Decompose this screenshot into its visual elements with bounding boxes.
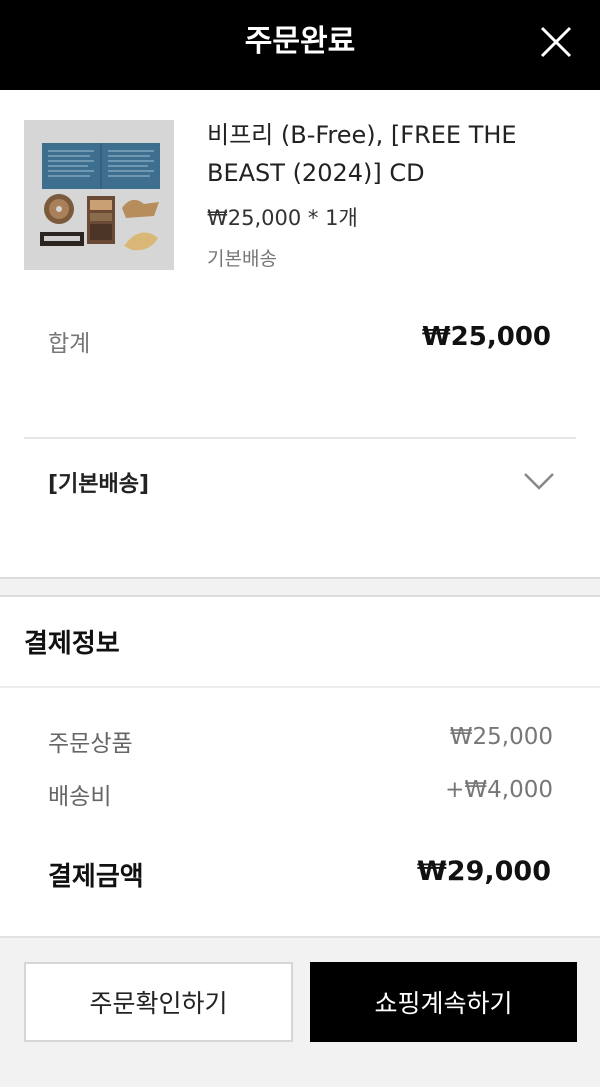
close-button[interactable]	[536, 22, 576, 62]
payment-info-title: 결제정보	[24, 629, 120, 659]
payment-info-panel: 결제정보 주문상품 ₩25,000 배송비 +₩4,000 결제금액 ₩29,0…	[0, 597, 600, 936]
divider	[0, 686, 600, 688]
confirm-order-button[interactable]: 주문확인하기	[24, 962, 293, 1042]
page-title: 주문완료	[244, 24, 356, 59]
section-separator	[0, 577, 600, 579]
order-items-label: 주문상품	[48, 731, 133, 757]
chevron-down-icon	[524, 473, 554, 490]
shipping-group-toggle[interactable]: [기본배송]	[24, 448, 576, 514]
header-bar: 주문완료	[0, 0, 600, 90]
shipping-fee-value: +₩4,000	[445, 777, 553, 803]
order-item-panel: 비프리 (B-Free), [FREE THE BEAST (2024)] CD…	[0, 90, 600, 577]
product-shipping-method: 기본배송	[207, 248, 277, 270]
payment-total-label: 결제금액	[48, 862, 144, 892]
subtotal-value: ₩25,000	[421, 322, 551, 352]
product-price-quantity: ₩25,000 * 1개	[207, 206, 358, 230]
shipping-fee-label: 배송비	[48, 784, 112, 810]
footer-divider	[0, 936, 600, 938]
product-name[interactable]: 비프리 (B-Free), [FREE THE BEAST (2024)] CD	[207, 116, 537, 192]
shipping-group-label: [기본배송]	[48, 472, 150, 497]
subtotal-label: 합계	[48, 331, 91, 357]
payment-total-value: ₩29,000	[417, 856, 551, 887]
continue-shopping-button[interactable]: 쇼핑계속하기	[310, 962, 577, 1042]
close-icon	[540, 26, 572, 58]
album-art-graphic	[24, 120, 174, 270]
order-items-value: ₩25,000	[449, 724, 553, 750]
album-cover-image[interactable]	[24, 120, 174, 270]
divider	[24, 437, 576, 439]
